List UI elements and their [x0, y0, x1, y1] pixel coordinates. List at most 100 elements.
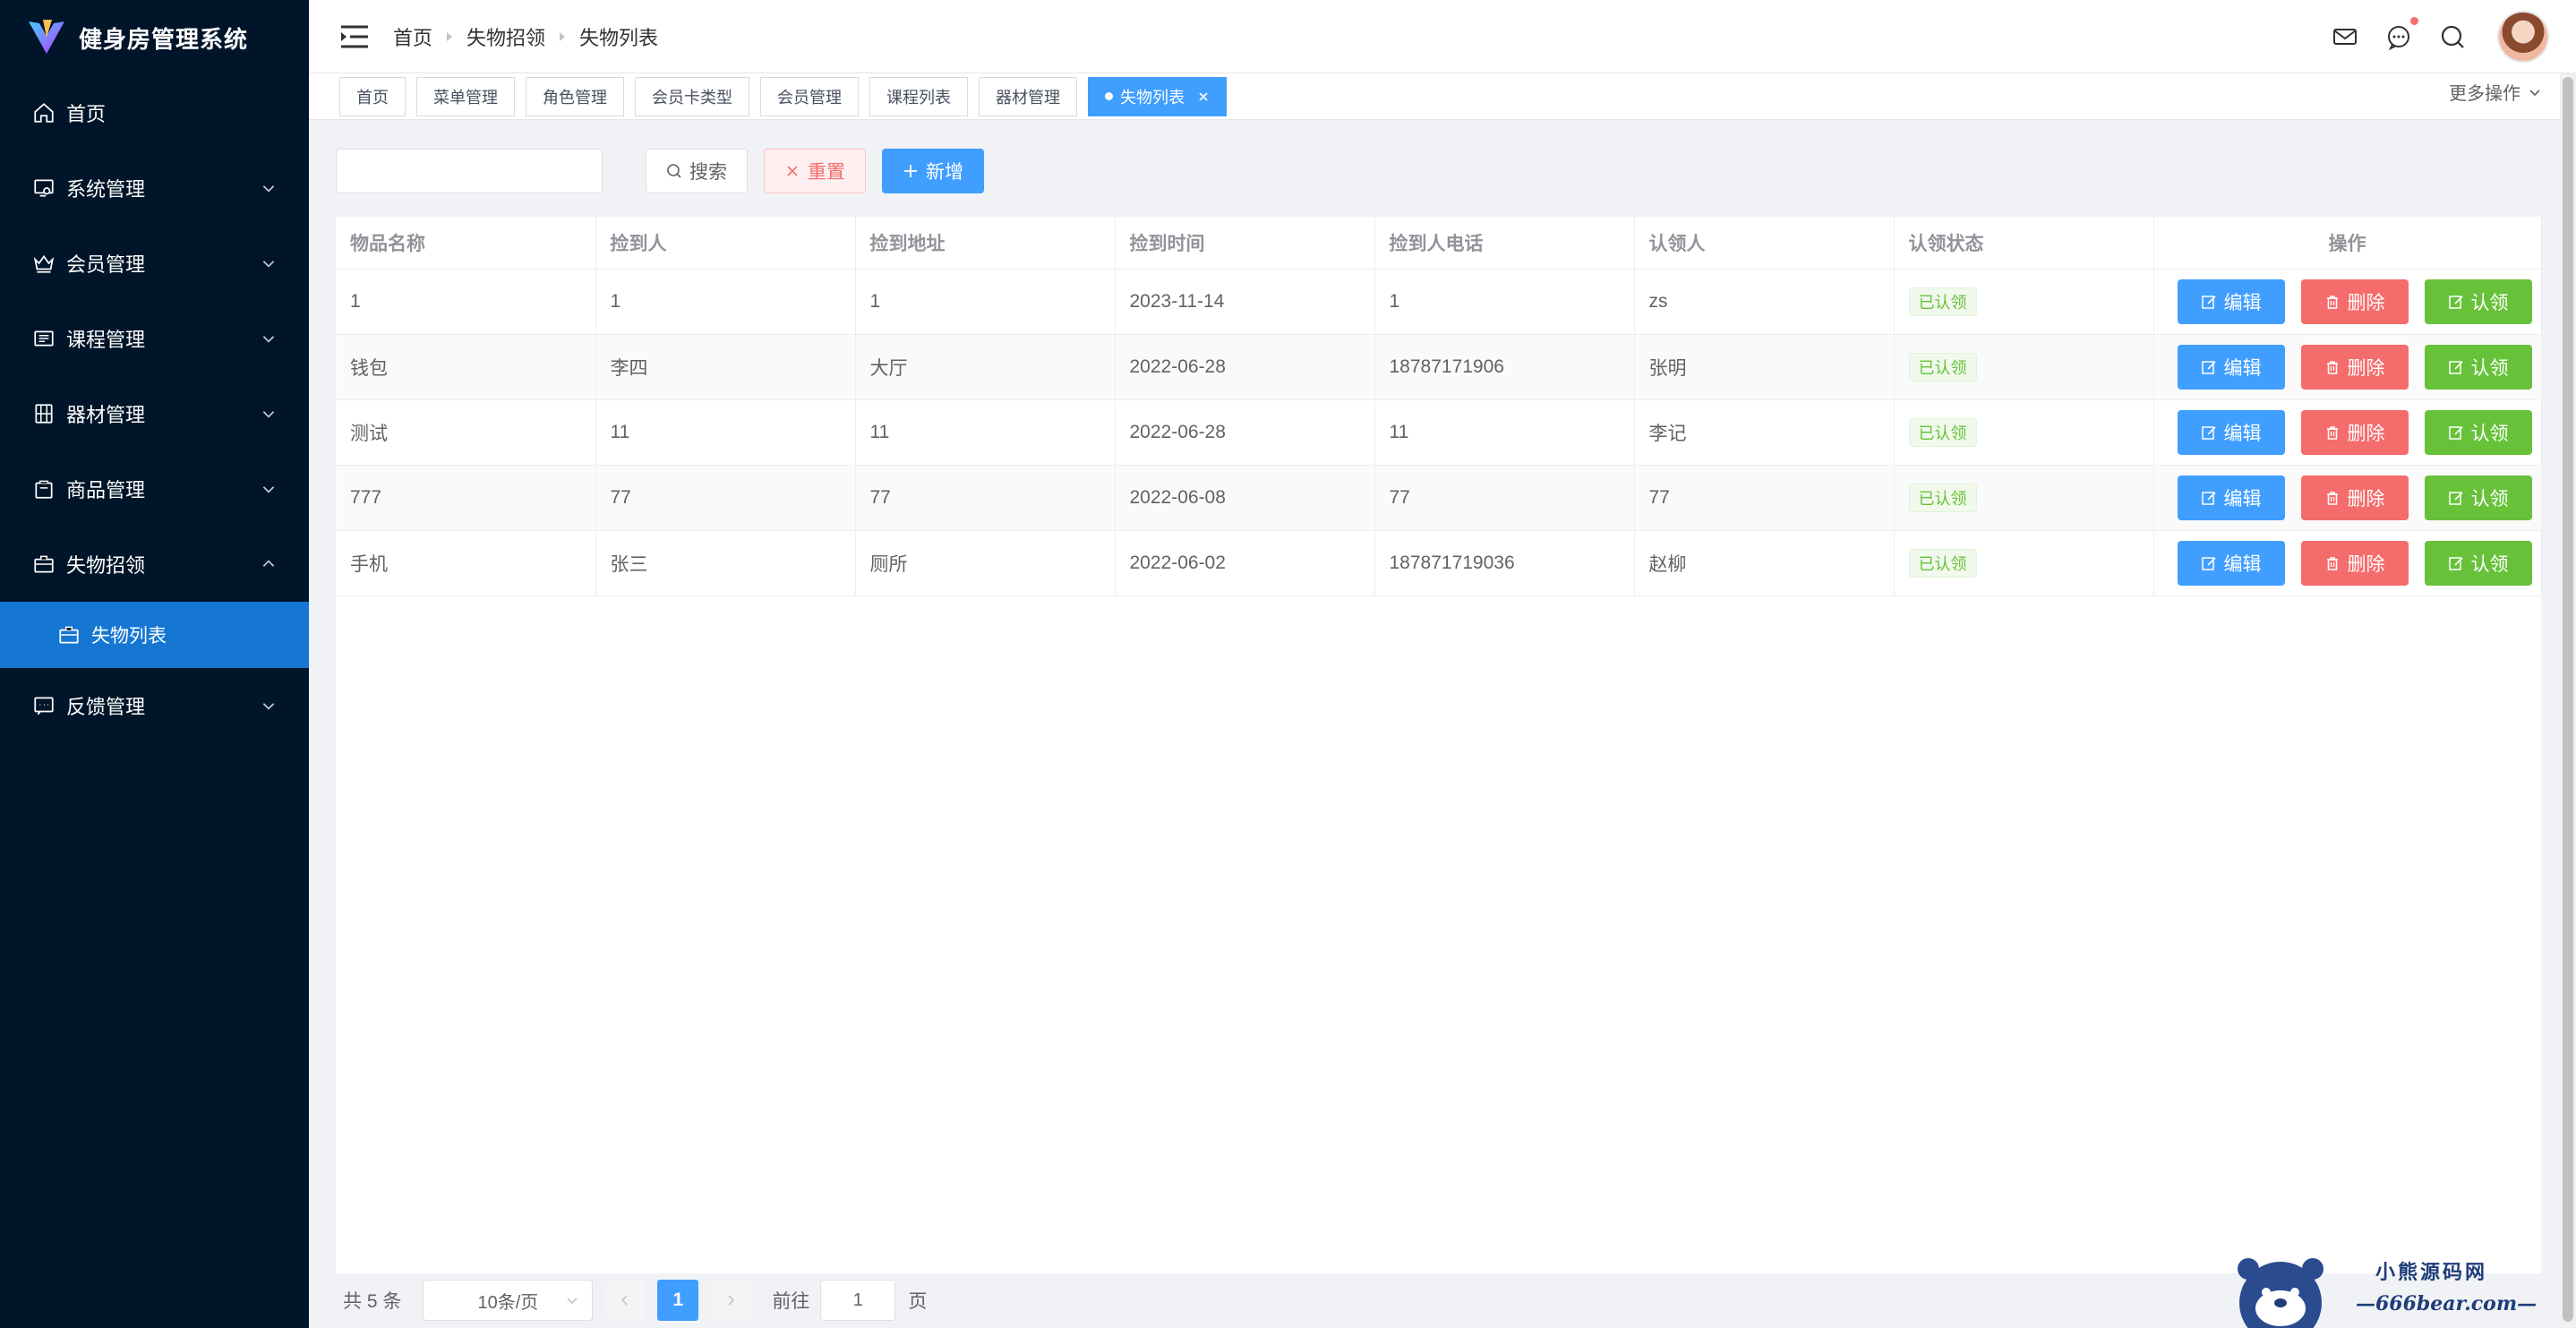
lost-items-table: 物品名称 捡到人 捡到地址 捡到时间 捡到人电话 认领人 认领状态 操作 111…: [336, 217, 2542, 1273]
breadcrumb-item[interactable]: 失物招领: [466, 22, 545, 51]
edit-button[interactable]: 编辑: [2177, 278, 2285, 324]
tag-lost-list[interactable]: 失物列表: [1088, 76, 1227, 116]
claim-button[interactable]: 认领: [2424, 540, 2532, 586]
data-table: 物品名称 捡到人 捡到地址 捡到时间 捡到人电话 认领人 认领状态 操作 111…: [336, 217, 2542, 596]
edit-icon: [2201, 490, 2217, 506]
edit-button[interactable]: 编辑: [2177, 540, 2285, 586]
sidebar-menu: 首页 系统管理 会员管理 课程管理 器材管理 商品管理 失物招领 失物列表 反馈…: [0, 75, 309, 743]
cell-actions: 编辑 删除 认领: [2153, 399, 2542, 466]
sidebar-subitem-lost-list[interactable]: 失物列表: [0, 602, 309, 668]
delete-button[interactable]: 删除: [2300, 475, 2409, 520]
claim-button-label: 认领: [2470, 357, 2509, 379]
plus-icon: [903, 163, 919, 179]
bear-logo-icon: [2238, 1258, 2324, 1328]
sidebar-item-home[interactable]: 首页: [0, 75, 309, 150]
cell-actions: 编辑 删除 认领: [2153, 530, 2542, 596]
sidebar-item-feedback[interactable]: 反馈管理: [0, 668, 309, 743]
menu-toggle-icon[interactable]: [339, 23, 370, 50]
tag-equipment-manage[interactable]: 器材管理: [979, 76, 1077, 116]
claim-button[interactable]: 认领: [2424, 475, 2532, 520]
system-icon: [32, 176, 56, 200]
breadcrumb-item[interactable]: 首页: [393, 22, 432, 51]
delete-button[interactable]: 删除: [2300, 278, 2409, 324]
tag-home[interactable]: 首页: [339, 76, 406, 116]
chevron-down-icon: [261, 698, 277, 714]
next-page-button[interactable]: [711, 1281, 751, 1320]
delete-button[interactable]: 删除: [2300, 344, 2409, 390]
tag-role-manage[interactable]: 角色管理: [526, 76, 624, 116]
toolbar: 搜索 重置 新增: [336, 149, 984, 193]
search-button[interactable]: 搜索: [646, 149, 748, 193]
column-header: 捡到时间: [1115, 217, 1375, 270]
cell-actions: 编辑 删除 认领: [2153, 269, 2542, 335]
cell-address: 大厅: [855, 334, 1116, 400]
tag-label: 角色管理: [543, 88, 607, 107]
claim-button[interactable]: 认领: [2424, 278, 2532, 324]
row-actions: 编辑 删除 认领: [2169, 409, 2541, 455]
cell-finder: 11: [595, 399, 856, 466]
sidebar-item-members[interactable]: 会员管理: [0, 226, 309, 301]
logo[interactable]: 健身房管理系统: [0, 0, 309, 75]
sidebar-subitem-label: 失物列表: [91, 626, 167, 647]
sidebar-item-label: 失物招领: [66, 554, 146, 577]
avatar[interactable]: [2497, 10, 2549, 63]
search-icon: [666, 163, 682, 179]
prev-page-button[interactable]: [605, 1281, 646, 1320]
claim-button[interactable]: 认领: [2424, 409, 2532, 455]
edit-button-label: 编辑: [2223, 292, 2262, 313]
page-scrollbar[interactable]: [2560, 73, 2576, 1328]
trash-icon: [2324, 424, 2341, 441]
sidebar: 健身房管理系统 首页 系统管理 会员管理 课程管理 器材管理 商品管理 失物招领…: [0, 0, 309, 1328]
mail-icon[interactable]: [2331, 22, 2359, 51]
scrollbar-thumb[interactable]: [2563, 77, 2573, 1322]
page-size-value: 10条/页: [477, 1292, 539, 1313]
chevron-left-icon: [621, 1295, 628, 1306]
sidebar-item-lost-found[interactable]: 失物招领: [0, 527, 309, 602]
chevron-down-icon: [2528, 85, 2542, 99]
sidebar-item-courses[interactable]: 课程管理: [0, 301, 309, 376]
more-operations-dropdown[interactable]: 更多操作: [2449, 79, 2542, 105]
tag-label: 菜单管理: [433, 88, 498, 107]
column-header: 捡到人: [595, 217, 856, 270]
watermark-url: —666bear.com—: [2356, 1292, 2537, 1315]
cell-claimer: zs: [1634, 269, 1895, 335]
claim-button-label: 认领: [2470, 553, 2509, 575]
sidebar-item-goods[interactable]: 商品管理: [0, 451, 309, 527]
sidebar-item-equipment[interactable]: 器材管理: [0, 376, 309, 451]
chat-icon[interactable]: [2384, 16, 2418, 51]
delete-button[interactable]: 删除: [2300, 540, 2409, 586]
edit-button-label: 编辑: [2223, 357, 2262, 379]
sidebar-item-label: 商品管理: [66, 479, 146, 501]
feedback-icon: [32, 694, 56, 717]
cell-name: 测试: [336, 399, 596, 466]
app-title: 健身房管理系统: [79, 25, 249, 53]
edit-button[interactable]: 编辑: [2177, 344, 2285, 390]
delete-button[interactable]: 删除: [2300, 409, 2409, 455]
claim-button[interactable]: 认领: [2424, 344, 2532, 390]
page-number-current[interactable]: 1: [657, 1280, 699, 1321]
row-actions: 编辑 删除 认领: [2169, 278, 2541, 324]
tag-card-type[interactable]: 会员卡类型: [635, 76, 749, 116]
column-header: 认领状态: [1894, 217, 2154, 270]
search-icon[interactable]: [2438, 22, 2467, 51]
cell-time: 2022-06-28: [1115, 399, 1375, 466]
chevron-down-icon: [261, 255, 277, 271]
edit-icon: [2448, 490, 2464, 506]
close-icon[interactable]: [1197, 90, 1210, 103]
table-row: 手机 张三 厕所 2022-06-02 187871719036 赵柳 已认领 编辑 删除 …: [336, 530, 2542, 596]
search-input[interactable]: [336, 149, 603, 193]
edit-button[interactable]: 编辑: [2177, 409, 2285, 455]
goto-page-input[interactable]: [820, 1280, 896, 1321]
reset-button[interactable]: 重置: [764, 149, 866, 193]
column-header: 物品名称: [336, 217, 596, 270]
tag-menu-manage[interactable]: 菜单管理: [416, 76, 515, 116]
add-button[interactable]: 新增: [882, 149, 984, 193]
edit-button[interactable]: 编辑: [2177, 475, 2285, 520]
page-size-select[interactable]: 10条/页: [423, 1280, 594, 1321]
cell-claimer: 77: [1634, 465, 1895, 531]
chevron-down-icon: [261, 180, 277, 196]
tag-member-manage[interactable]: 会员管理: [760, 76, 859, 116]
sidebar-item-system[interactable]: 系统管理: [0, 150, 309, 226]
trash-icon: [2324, 490, 2341, 506]
tag-course-list[interactable]: 课程列表: [869, 76, 968, 116]
